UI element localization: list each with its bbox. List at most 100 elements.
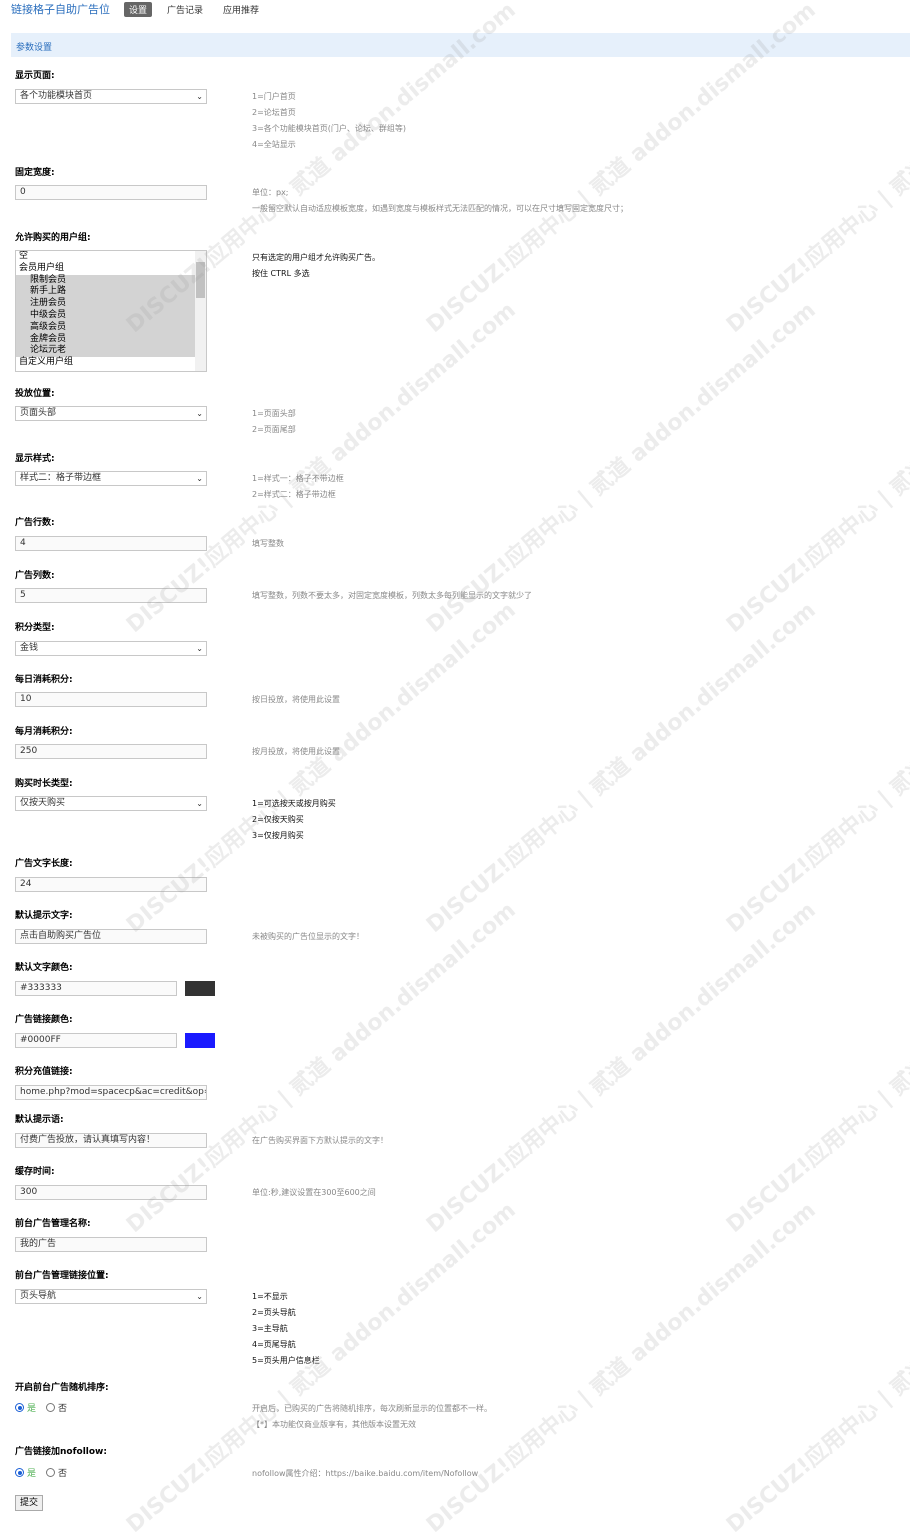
- watermark: DISCUZ!应用中心 | 贰道 addon.dismall.com: [421, 897, 821, 1239]
- list-item[interactable]: 论坛元老: [16, 345, 195, 358]
- style-hints: 1=样式一：格子不带边框 2=样式二：格子带边框: [252, 474, 344, 499]
- nofollow-no-label[interactable]: 否: [58, 1466, 67, 1479]
- scrollbar[interactable]: [195, 251, 206, 371]
- credit-type-label: 积分类型:: [15, 623, 55, 633]
- list-item[interactable]: 限制会员: [16, 274, 195, 287]
- top-bar: 链接格子自助广告位 设置 广告记录 应用推荐: [11, 0, 274, 18]
- text-length-input[interactable]: 24: [15, 877, 207, 892]
- fixed-width-label: 固定宽度:: [15, 168, 55, 178]
- watermark: DISCUZ!应用中心 | 贰道 addon.dismall.com: [421, 1197, 821, 1539]
- default-color-input[interactable]: #333333: [15, 981, 177, 996]
- display-page-hints: 1=门户首页 2=论坛首页 3=各个功能模块首页(门户、论坛、群组等) 4=全站…: [252, 92, 407, 149]
- random-sort-radios: 是 否: [15, 1401, 67, 1414]
- default-text-label: 默认提示文字:: [15, 911, 73, 921]
- tab-ad-records[interactable]: 广告记录: [162, 2, 208, 17]
- user-groups-multiselect[interactable]: 空 会员用户组 限制会员 新手上路 注册会员 中级会员 高级会员 金牌会员 论坛…: [15, 250, 207, 372]
- text-length-label: 广告文字长度:: [15, 859, 73, 869]
- position-label: 投放位置:: [15, 389, 55, 399]
- watermark: DISCUZ!应用中心 | 贰道 addon.dismall.com: [421, 597, 821, 939]
- link-color-label: 广告链接颜色:: [15, 1015, 73, 1025]
- rows-hint: 填写整数: [252, 539, 284, 548]
- monthly-cost-label: 每月消耗积分:: [15, 727, 73, 737]
- user-groups-hints: 只有选定的用户组才允许购买广告。 按住 CTRL 多选: [252, 253, 380, 278]
- recharge-link-label: 积分充值链接:: [15, 1067, 73, 1077]
- duration-type-hints: 1=可选按天或按月购买 2=仅按天购买 3=仅按月购买: [252, 799, 336, 840]
- front-link-pos-select[interactable]: 页头导航 ⌄: [15, 1289, 207, 1304]
- chevron-down-icon: ⌄: [196, 92, 203, 101]
- display-page-label: 显示页面:: [15, 71, 55, 81]
- position-hints: 1=页面头部 2=页面尾部: [252, 409, 296, 434]
- front-name-input[interactable]: 我的广告: [15, 1237, 207, 1252]
- duration-type-select[interactable]: 仅按天购买 ⌄: [15, 796, 207, 811]
- monthly-cost-hint: 按月投放，将使用此设置: [252, 747, 340, 756]
- fixed-width-input[interactable]: 0: [15, 185, 207, 200]
- front-name-label: 前台广告管理名称:: [15, 1219, 91, 1229]
- nofollow-yes-label[interactable]: 是: [27, 1466, 36, 1479]
- tab-app-recommend[interactable]: 应用推荐: [218, 2, 264, 17]
- cache-time-label: 缓存时间:: [15, 1167, 55, 1177]
- list-item[interactable]: 自定义用户组: [16, 357, 206, 369]
- credit-type-select[interactable]: 金钱 ⌄: [15, 641, 207, 656]
- submit-button[interactable]: 提交: [15, 1495, 44, 1511]
- daily-cost-label: 每日消耗积分:: [15, 675, 73, 685]
- style-select[interactable]: 样式二：格子带边框 ⌄: [15, 471, 207, 486]
- daily-cost-input[interactable]: 10: [15, 692, 207, 707]
- list-item[interactable]: 注册会员: [16, 298, 195, 310]
- rows-label: 广告行数:: [15, 518, 55, 528]
- cols-label: 广告列数:: [15, 571, 55, 581]
- default-color-swatch[interactable]: [185, 981, 215, 996]
- default-tip-hint: 在广告购买界面下方默认提示的文字！: [252, 1136, 388, 1145]
- random-sort-yes-radio[interactable]: [15, 1403, 24, 1412]
- front-link-pos-hints: 1=不显示 2=页头导航 3=主导航 4=页尾导航 5=页头用户信息栏: [252, 1292, 320, 1365]
- tab-settings[interactable]: 设置: [124, 1, 153, 17]
- chevron-down-icon: ⌄: [196, 799, 203, 808]
- nofollow-no-radio[interactable]: [46, 1468, 56, 1477]
- default-text-input[interactable]: 点击自助购买广告位: [15, 929, 207, 944]
- list-item[interactable]: 会员用户组: [16, 263, 206, 275]
- link-color-swatch[interactable]: [185, 1033, 215, 1048]
- section-header: 参数设置: [11, 33, 910, 57]
- rows-input[interactable]: 4: [15, 536, 207, 551]
- list-item[interactable]: 金牌会员: [16, 333, 195, 346]
- style-label: 显示样式:: [15, 454, 55, 464]
- random-sort-no-label[interactable]: 否: [58, 1401, 67, 1414]
- recharge-link-input[interactable]: home.php?mod=spacecp&ac=credit&op=: [15, 1085, 207, 1100]
- user-groups-label: 允许购买的用户组:: [15, 233, 91, 243]
- duration-type-label: 购买时长类型:: [15, 779, 73, 789]
- watermark: DISCUZ!应用中心 | 贰道 addon.dismall.com: [721, 898, 910, 1239]
- random-sort-label: 开启前台广告随机排序:: [15, 1383, 109, 1393]
- nofollow-yes-radio[interactable]: [15, 1468, 24, 1477]
- watermark: DISCUZ!应用中心 | 贰道 addon.dismall.com: [721, 598, 910, 939]
- section-title: 参数设置: [16, 43, 53, 53]
- cols-hint: 填写整数，列数不要太多，对固定宽度模板，列数太多每列能显示的文字就少了: [252, 591, 532, 600]
- chevron-down-icon: ⌄: [196, 644, 203, 653]
- chevron-down-icon: ⌄: [196, 474, 203, 483]
- cols-input[interactable]: 5: [15, 588, 207, 603]
- position-select[interactable]: 页面头部 ⌄: [15, 406, 207, 421]
- default-tip-label: 默认提示语:: [15, 1115, 64, 1125]
- default-text-hint: 未被购买的广告位显示的文字！: [252, 932, 364, 941]
- chevron-down-icon: ⌄: [196, 1292, 203, 1301]
- watermark: DISCUZ!应用中心 | 贰道 addon.dismall.com: [721, 1198, 910, 1539]
- monthly-cost-input[interactable]: 250: [15, 744, 207, 759]
- nofollow-radios: 是 否: [15, 1466, 67, 1479]
- default-tip-input[interactable]: 付费广告投放，请认真填写内容！: [15, 1133, 207, 1148]
- list-item[interactable]: 空: [16, 251, 206, 263]
- nofollow-hint: nofollow属性介绍：https://baike.baidu.com/ite…: [252, 1469, 479, 1478]
- display-page-select[interactable]: 各个功能模块首页 ⌄: [15, 89, 207, 104]
- daily-cost-hint: 按日投放，将使用此设置: [252, 695, 340, 704]
- cache-time-hint: 单位:秒,建议设置在300至600之间: [252, 1188, 376, 1197]
- list-item[interactable]: 中级会员: [16, 309, 195, 322]
- chevron-down-icon: ⌄: [196, 409, 203, 418]
- default-color-label: 默认文字颜色:: [15, 963, 73, 973]
- random-sort-no-radio[interactable]: [46, 1403, 56, 1412]
- watermark: DISCUZ!应用中心 | 贰道 addon.dismall.com: [721, 298, 910, 639]
- list-item[interactable]: 新手上路: [16, 286, 195, 299]
- plugin-title: 链接格子自助广告位: [11, 3, 110, 16]
- link-color-input[interactable]: #0000FF: [15, 1033, 177, 1048]
- cache-time-input[interactable]: 300: [15, 1185, 207, 1200]
- front-link-pos-label: 前台广告管理链接位置:: [15, 1271, 109, 1281]
- random-sort-hints: 开启后，已购买的广告将随机排序，每次刷新显示的位置都不一样。 【*】本功能仅商业…: [252, 1404, 492, 1429]
- list-item[interactable]: 高级会员: [16, 321, 195, 334]
- random-sort-yes-label[interactable]: 是: [27, 1401, 36, 1414]
